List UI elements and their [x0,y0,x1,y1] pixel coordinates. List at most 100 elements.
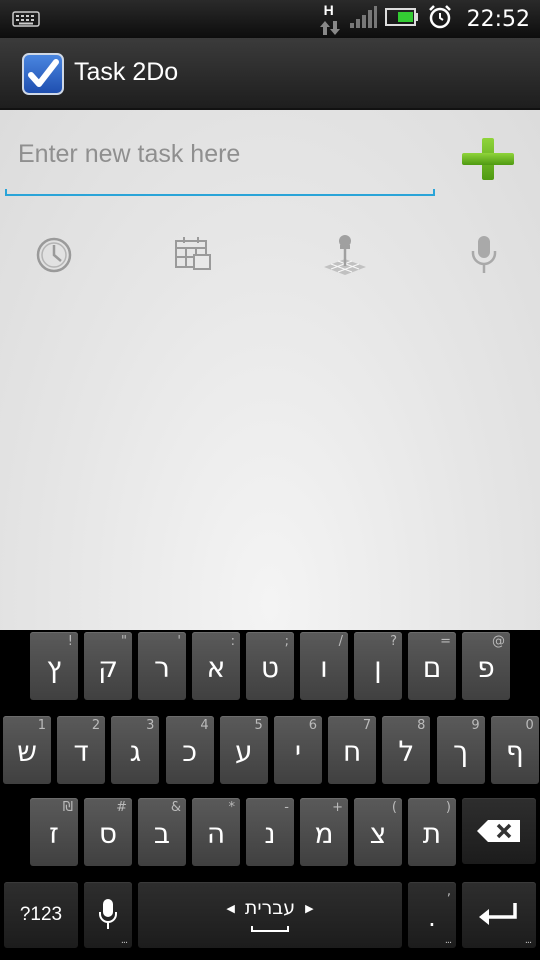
letter-key-alt: * [228,800,236,815]
letter-key-alt: & [170,800,181,815]
letter-key[interactable]: ? ן [354,632,402,700]
letter-key[interactable]: 0ף [490,716,539,784]
letter-key-label: ב [153,817,171,850]
microphone-icon [471,236,497,273]
letter-key-alt: 8 [417,718,426,733]
letter-key[interactable]: :א [192,632,240,700]
language-next-icon: ▶ [305,902,314,915]
letter-key[interactable]: 7ח [328,716,377,784]
letter-key-alt: # [116,800,127,815]
letter-key-alt: + [332,800,343,815]
letter-key[interactable]: + מ [300,798,348,866]
calendar-icon [175,237,211,270]
letter-key[interactable]: ) ת [408,798,456,866]
letter-key-label: ר [154,651,170,684]
letter-key-alt: 7 [362,718,372,733]
letter-key[interactable]: 2ד [57,716,106,784]
letter-key-label: ש [17,735,37,768]
letter-key-label: א [206,651,226,684]
letter-key[interactable]: 5ע [219,716,268,784]
checkbox-icon[interactable] [22,53,64,95]
letter-key-label: נ [264,817,276,850]
hebrew-keyboard: ! ץ " ק ' ר: א; ט / ו? ן = ם @ פ 1 ש 2 ד 3 ג 4 כ 5 ע 6 י 7 ח 8 ל 9 ך 0 ף ₪ ז… [0,630,540,960]
more-dots: ... [120,934,128,946]
letter-key-label: ץ [46,651,62,684]
letter-key-label: ן [374,651,382,684]
keyboard-icon [12,10,40,33]
data-arrows-icon: H [319,0,341,38]
keyboard-mic-key[interactable]: ... [84,882,132,948]
letter-key-label: ה [206,817,226,850]
letter-key-alt: 5 [254,718,263,733]
letter-key[interactable]: = ם [408,632,456,700]
letter-key-label: ף [505,735,524,768]
letter-key-alt: 4 [200,718,209,733]
letter-key[interactable]: ! ץ [30,632,78,700]
letter-key-label: ל [398,735,415,768]
letter-key-alt: 1 [37,718,46,733]
letter-key-alt: 6 [308,718,317,733]
more-dots: ... [444,934,452,946]
status-bar: H 22:52 [0,0,540,38]
period-key[interactable]: , . ... [408,882,456,948]
letter-key[interactable]: 1ש [3,716,51,784]
letter-key[interactable]: 6י [274,716,322,784]
input-underline [5,189,435,196]
status-time: 22:52 [466,6,530,32]
signal-icon [349,5,377,34]
plus-icon [462,138,514,180]
app-title-bar: Task 2Do [0,38,540,110]
letter-key[interactable]: ₪ ז [30,798,78,866]
letter-key-label: פ [477,651,495,684]
letter-key-label: ך [453,735,469,768]
letter-key[interactable]: 9ך [436,716,485,784]
new-task-input[interactable] [6,130,436,178]
letter-key-alt: ( [391,800,397,815]
symbols-label: ?123 [19,904,63,925]
letter-key-label: ק [98,651,118,684]
letter-key-label: ס [98,817,118,850]
letter-key-alt: ; [284,634,289,649]
location-button[interactable] [320,230,370,280]
letter-key-alt: ' [177,634,181,649]
letter-key[interactable]: 4כ [165,716,214,784]
letter-key[interactable]: " ק [84,632,132,700]
letter-key[interactable]: (צ [354,798,402,866]
more-dots: ... [524,934,532,946]
letter-key-alt: : [230,634,235,649]
letter-key-label: ם [422,651,442,684]
period-key-alt: , [446,884,451,899]
letter-key-label: ח [343,735,362,768]
space-icon [251,926,289,932]
due-date-button[interactable] [168,230,218,280]
letter-key[interactable]: 8ל [382,716,431,784]
alarm-icon [427,4,453,35]
add-task-button[interactable] [458,130,518,190]
space-key[interactable]: ◀ עברית ▶ [138,882,402,948]
letter-key-alt: 3 [146,718,155,733]
letter-key[interactable]: ' ר [138,632,186,700]
voice-input-button[interactable] [459,230,509,280]
backspace-key[interactable] [462,798,536,864]
letter-key[interactable]: / ו [300,632,348,700]
clock-icon [36,237,72,273]
letter-key[interactable]: & ב [138,798,186,866]
letter-key[interactable]: * ה [192,798,240,866]
microphone-icon [99,899,117,929]
letter-key-alt: / [338,634,343,649]
letter-key-alt: 2 [91,718,101,733]
symbols-key[interactable]: ?123 [4,882,78,948]
letter-key-label: י [294,735,302,768]
letter-key[interactable]: ; ט [246,632,294,700]
letter-key-alt: 0 [525,718,534,733]
network-type-label: H [323,2,334,18]
letter-key-alt: - [284,800,289,815]
letter-key[interactable]: @ פ [462,632,510,700]
letter-key[interactable]: # ס [84,798,132,866]
letter-key[interactable]: -נ [246,798,294,866]
reminder-button[interactable] [29,230,79,280]
letter-key-label: ג [129,735,142,768]
enter-key[interactable]: ... [462,882,536,948]
letter-key[interactable]: 3ג [111,716,160,784]
letter-key-label: ט [260,651,280,684]
